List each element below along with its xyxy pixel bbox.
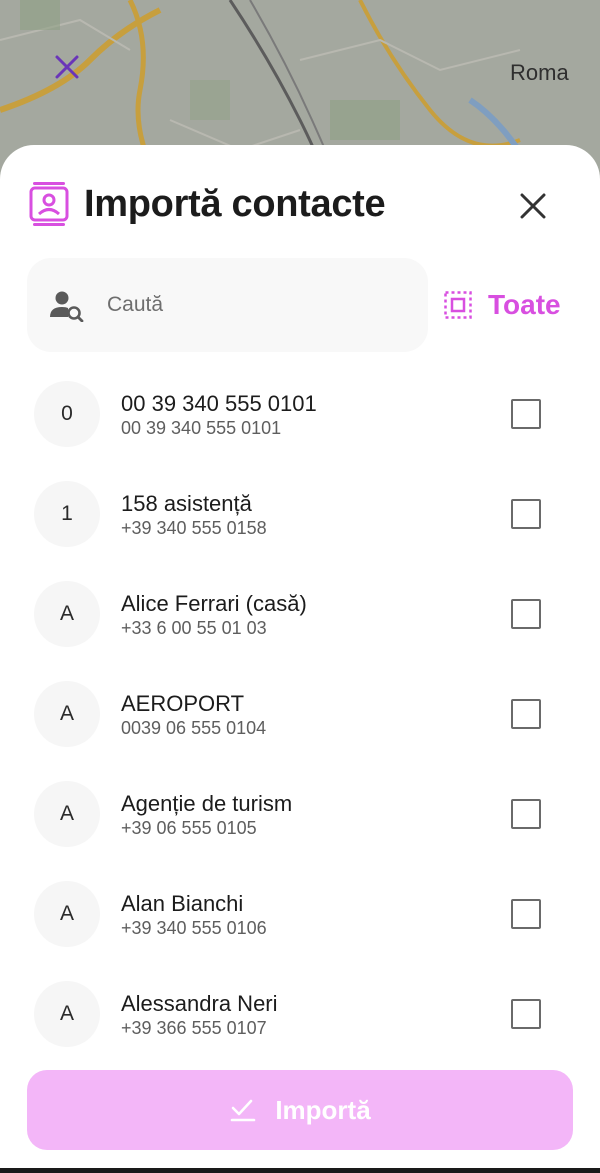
contact-phone: +33 6 00 55 01 03 xyxy=(121,618,267,638)
person-search-icon xyxy=(49,290,85,323)
contact-phone: +39 366 555 0107 xyxy=(121,1018,267,1038)
contact-name: 00 39 340 555 0101 xyxy=(121,391,317,416)
search-box[interactable] xyxy=(27,258,428,352)
select-all-button[interactable]: Toate xyxy=(444,273,561,337)
page-title: Importă contacte xyxy=(84,183,386,225)
contact-checkbox[interactable] xyxy=(511,799,541,829)
contact-checkbox[interactable] xyxy=(511,699,541,729)
contact-row[interactable]: A Agenție de turism +39 06 555 0105 xyxy=(0,765,600,865)
contact-avatar: A xyxy=(34,681,100,747)
contact-phone: +39 340 555 0106 xyxy=(121,918,267,938)
system-navigation-bar xyxy=(0,1168,600,1173)
select-all-label: Toate xyxy=(488,289,561,320)
contact-avatar: A xyxy=(34,781,100,847)
contact-checkbox[interactable] xyxy=(511,999,541,1029)
contact-avatar: A xyxy=(34,981,100,1047)
contact-name: Alice Ferrari (casă) xyxy=(121,591,307,616)
import-contacts-sheet: Importă contacte Toate 0 00 39 340 5 xyxy=(0,145,600,1173)
contact-row[interactable]: A Alessandra Neri +39 366 555 0107 xyxy=(0,965,600,1065)
contact-avatar: A xyxy=(34,881,100,947)
contact-checkbox[interactable] xyxy=(511,599,541,629)
contact-row[interactable]: 1 158 asistență +39 340 555 0158 xyxy=(0,465,600,565)
search-input[interactable] xyxy=(107,285,407,325)
contact-name: AEROPORT xyxy=(121,691,245,716)
contact-phone: +39 06 555 0105 xyxy=(121,818,257,838)
contact-checkbox[interactable] xyxy=(511,399,541,429)
import-button[interactable]: Importă xyxy=(27,1070,573,1150)
contact-avatar: 0 xyxy=(34,381,100,447)
contact-row[interactable]: A Alice Ferrari (casă) +33 6 00 55 01 03 xyxy=(0,565,600,665)
contact-phone: 00 39 340 555 0101 xyxy=(121,418,282,438)
contact-avatar: 1 xyxy=(34,481,100,547)
contact-avatar: A xyxy=(34,581,100,647)
map-city-label: Roma xyxy=(510,60,569,85)
contact-checkbox[interactable] xyxy=(511,499,541,529)
check-icon xyxy=(231,1099,256,1122)
contact-row[interactable]: 0 00 39 340 555 0101 00 39 340 555 0101 xyxy=(0,365,600,465)
select-all-icon xyxy=(444,291,472,319)
close-icon xyxy=(520,193,546,219)
contacts-icon xyxy=(29,181,69,227)
sheet-header: Importă contacte xyxy=(0,145,600,265)
close-button[interactable] xyxy=(512,185,554,227)
contact-phone: +39 340 555 0158 xyxy=(121,518,267,538)
contact-checkbox[interactable] xyxy=(511,899,541,929)
contact-row[interactable]: A AEROPORT 0039 06 555 0104 xyxy=(0,665,600,765)
contact-name: Alessandra Neri xyxy=(121,991,278,1016)
contact-list: 0 00 39 340 555 0101 00 39 340 555 0101 … xyxy=(0,365,600,1065)
contact-name: Alan Bianchi xyxy=(121,891,244,916)
contact-name: Agenție de turism xyxy=(121,791,293,816)
contact-phone: 0039 06 555 0104 xyxy=(121,718,267,738)
contact-row[interactable]: A Alan Bianchi +39 340 555 0106 xyxy=(0,865,600,965)
map-marker-icon[interactable] xyxy=(54,54,80,80)
contact-name: 158 asistență xyxy=(121,491,252,516)
import-button-label: Importă xyxy=(275,1094,371,1125)
